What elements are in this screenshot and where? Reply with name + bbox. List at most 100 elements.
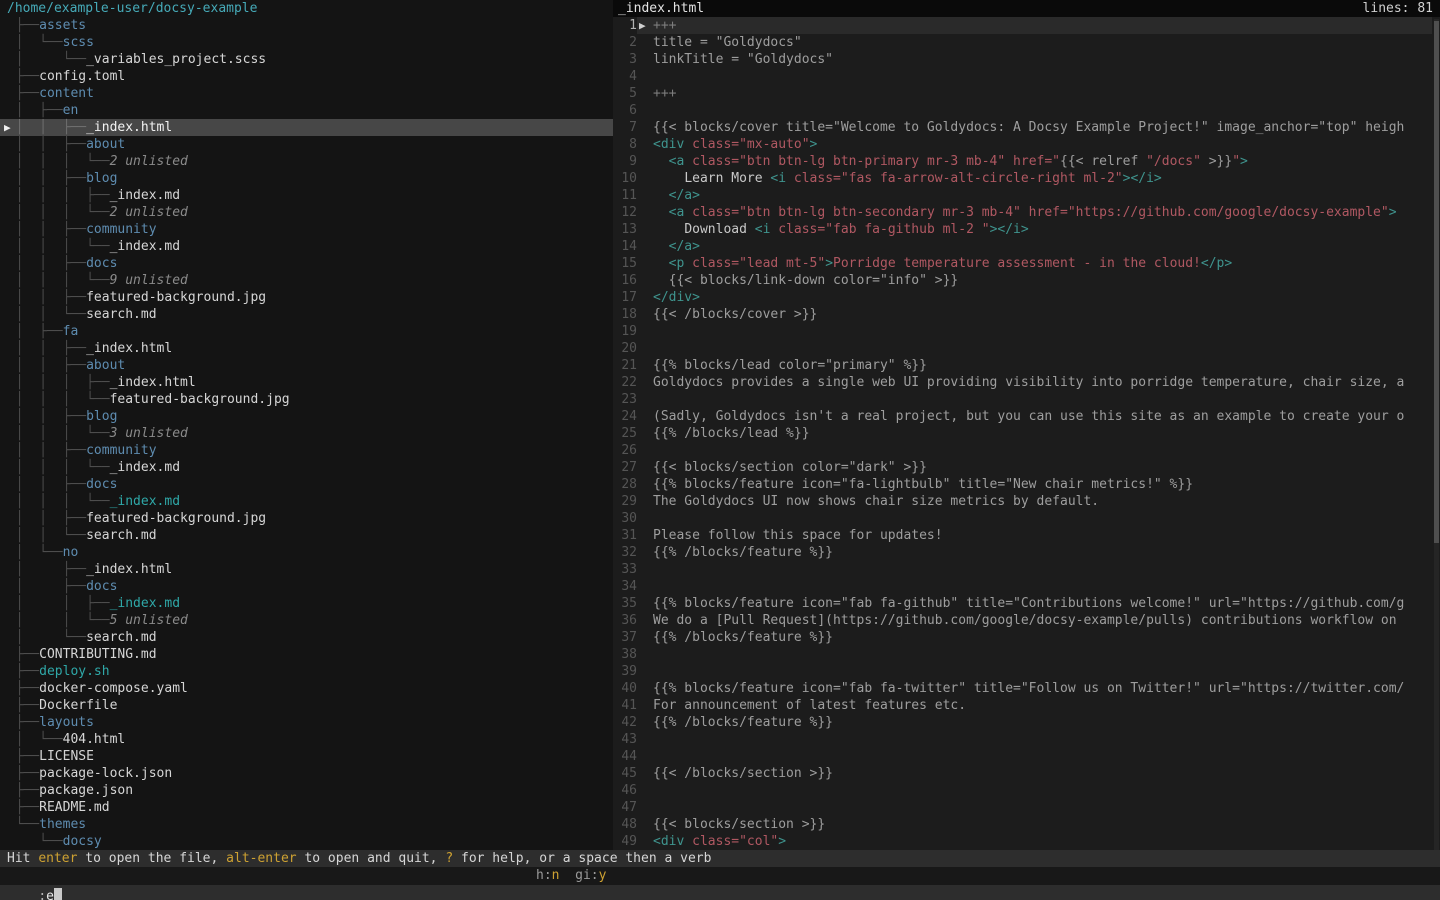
tree-row-featured-background.jpg[interactable]: │ │ │ └──featured-background.jpg bbox=[0, 391, 613, 408]
line-number: 30 bbox=[613, 510, 637, 527]
tree-branch-lines: ├── bbox=[0, 663, 39, 680]
code-token: class="lead mt-5" bbox=[692, 256, 825, 271]
line-content: {{< /blocks/section >}} bbox=[637, 765, 1432, 782]
tree-row-404.html[interactable]: │ └──404.html bbox=[0, 731, 613, 748]
line-number: 29 bbox=[613, 493, 637, 510]
tree-row-contributing.md[interactable]: ├──CONTRIBUTING.md bbox=[0, 646, 613, 663]
tree-row-search.md[interactable]: │ └──search.md bbox=[0, 629, 613, 646]
tree-branch-lines: │ │ ├── bbox=[0, 136, 86, 153]
tree-row-about[interactable]: │ │ ├──about bbox=[0, 136, 613, 153]
status-text-segment: to open the file, bbox=[77, 851, 226, 866]
tree-row-deploy.sh[interactable]: ├──deploy.sh bbox=[0, 663, 613, 680]
tree-row-_variables_project.scss[interactable]: │ └──_variables_project.scss bbox=[0, 51, 613, 68]
line-number: 24 bbox=[613, 408, 637, 425]
tree-row-layouts[interactable]: ├──layouts bbox=[0, 714, 613, 731]
tree-row-license[interactable]: ├──LICENSE bbox=[0, 748, 613, 765]
tree-row-assets[interactable]: ├──assets bbox=[0, 17, 613, 34]
tree-branch-lines: │ │ ├── bbox=[0, 476, 86, 493]
status-text-segment: for help, or a space then a verb bbox=[453, 851, 711, 866]
code-line-29: 29The Goldydocs UI now shows chair size … bbox=[613, 493, 1440, 510]
tree-row-content[interactable]: ├──content bbox=[0, 85, 613, 102]
tree-branch-lines: │ │ ├── bbox=[0, 255, 86, 272]
tree-row-_index.md[interactable]: │ │ │ └──_index.md bbox=[0, 493, 613, 510]
tree-row-config.toml[interactable]: ├──config.toml bbox=[0, 68, 613, 85]
tree-branch-lines: ├── bbox=[0, 748, 39, 765]
line-content: {{% blocks/feature icon="fab fa-twitter"… bbox=[637, 680, 1432, 697]
line-content: <div class="col"> bbox=[637, 833, 1432, 850]
flag-segment: gi: bbox=[559, 868, 598, 883]
tree-row-blog[interactable]: │ │ ├──blog bbox=[0, 170, 613, 187]
tree-row-_index.html[interactable]: │ │ │ ├──_index.html bbox=[0, 374, 613, 391]
tree-row-fa[interactable]: │ ├──fa bbox=[0, 323, 613, 340]
tree-row-_index.html[interactable]: │ ├──_index.html bbox=[0, 561, 613, 578]
tree-entry-label: no bbox=[63, 544, 79, 561]
tree-row-community[interactable]: │ │ ├──community bbox=[0, 442, 613, 459]
tree-entry-label: package.json bbox=[39, 782, 133, 799]
tree-row-featured-background.jpg[interactable]: │ │ ├──featured-background.jpg bbox=[0, 510, 613, 527]
code-token: > bbox=[1240, 154, 1248, 169]
file-tree-panel: /home/example-user/docsy-example ├──asse… bbox=[0, 0, 613, 850]
code-line-9: 9 <a class="btn btn-lg btn-primary mr-3 … bbox=[613, 153, 1440, 170]
tree-entry-label: package-lock.json bbox=[39, 765, 172, 782]
code-token bbox=[653, 188, 669, 203]
tree-row-_index.md[interactable]: │ │ │ ├──_index.md bbox=[0, 187, 613, 204]
tree-row-featured-background.jpg[interactable]: │ │ ├──featured-background.jpg bbox=[0, 289, 613, 306]
tree-branch-lines: │ │ ├── bbox=[0, 340, 86, 357]
tree-row-docker-compose.yaml[interactable]: ├──docker-compose.yaml bbox=[0, 680, 613, 697]
line-number: 37 bbox=[613, 629, 637, 646]
tree-row-docsy[interactable]: └──docsy bbox=[0, 833, 613, 850]
code-token: <p bbox=[669, 256, 685, 271]
tree-row-no[interactable]: │ └──no bbox=[0, 544, 613, 561]
code-token: {{< blocks/cover title="Welcome to Goldy… bbox=[653, 120, 1404, 135]
command-input-bar[interactable]: :e h:n gi:y bbox=[0, 867, 1440, 885]
code-line-27: 27{{< blocks/section color="dark" >}} bbox=[613, 459, 1440, 476]
bottom-padding bbox=[0, 885, 1440, 900]
tree-row-package-lock.json[interactable]: ├──package-lock.json bbox=[0, 765, 613, 782]
tree-row-search.md[interactable]: │ │ └──search.md bbox=[0, 527, 613, 544]
tree-branch-lines: │ └── bbox=[0, 731, 63, 748]
tree-row-en[interactable]: │ ├──en bbox=[0, 102, 613, 119]
tree-entry-label: _index.md bbox=[110, 187, 180, 204]
tree-branch-lines: │ ├── bbox=[0, 323, 63, 340]
tree-row-docs[interactable]: │ │ ├──docs bbox=[0, 476, 613, 493]
tree-row-_index.html[interactable]: │ │ ├──_index.html bbox=[0, 340, 613, 357]
tree-row-_index.html[interactable]: ▶ │ │ ├──_index.html bbox=[0, 119, 613, 136]
code-token: {{% blocks/feature icon="fab fa-github" … bbox=[653, 596, 1404, 611]
line-content: <a class="btn btn-lg btn-primary mr-3 mb… bbox=[637, 153, 1432, 170]
tree-row-themes[interactable]: └──themes bbox=[0, 816, 613, 833]
tree-row-scss[interactable]: │ └──scss bbox=[0, 34, 613, 51]
tree-row-_index.md[interactable]: │ │ ├──_index.md bbox=[0, 595, 613, 612]
tree-row-docs[interactable]: │ ├──docs bbox=[0, 578, 613, 595]
tree-branch-lines: │ │ │ └── bbox=[0, 204, 110, 221]
code-line-48: 48{{< blocks/section >}} bbox=[613, 816, 1440, 833]
line-content: (Sadly, Goldydocs isn't a real project, … bbox=[637, 408, 1432, 425]
tree-row-readme.md[interactable]: ├──README.md bbox=[0, 799, 613, 816]
tree-row-blog[interactable]: │ │ ├──blog bbox=[0, 408, 613, 425]
line-content: {{< /blocks/cover >}} bbox=[637, 306, 1432, 323]
code-line-40: 40{{% blocks/feature icon="fab fa-twitte… bbox=[613, 680, 1440, 697]
line-content: title = "Goldydocs" bbox=[637, 34, 1432, 51]
tree-row-docs[interactable]: │ │ ├──docs bbox=[0, 255, 613, 272]
tree-entry-label: _index.html bbox=[110, 374, 196, 391]
tree-row-package.json[interactable]: ├──package.json bbox=[0, 782, 613, 799]
tree-row-_index.md[interactable]: │ │ │ └──_index.md bbox=[0, 459, 613, 476]
tree-row-community[interactable]: │ │ ├──community bbox=[0, 221, 613, 238]
preview-scrollbar-thumb[interactable] bbox=[1434, 21, 1439, 543]
tree-row-dockerfile[interactable]: ├──Dockerfile bbox=[0, 697, 613, 714]
tree-row-about[interactable]: │ │ ├──about bbox=[0, 357, 613, 374]
code-token: {{< /blocks/section >}} bbox=[653, 766, 833, 781]
tree-entry-label: search.md bbox=[86, 306, 156, 323]
line-number: 17 bbox=[613, 289, 637, 306]
tree-row-search.md[interactable]: │ │ └──search.md bbox=[0, 306, 613, 323]
tree-row-9-unlisted: │ │ │ └──9 unlisted bbox=[0, 272, 613, 289]
tree-row-_index.md[interactable]: │ │ │ └──_index.md bbox=[0, 238, 613, 255]
tree-entry-label: docs bbox=[86, 578, 117, 595]
preview-scrollbar[interactable] bbox=[1434, 19, 1439, 850]
main-area: /home/example-user/docsy-example ├──asse… bbox=[0, 0, 1440, 850]
tree-entry-label: config.toml bbox=[39, 68, 125, 85]
code-line-34: 34 bbox=[613, 578, 1440, 595]
code-token: class="btn btn-lg btn-secondary mr-3 mb-… bbox=[692, 205, 1389, 220]
tree-entry-label: 5 unlisted bbox=[110, 612, 188, 629]
line-content: ▶+++ bbox=[637, 17, 1432, 34]
input-value[interactable]: e bbox=[46, 889, 54, 900]
